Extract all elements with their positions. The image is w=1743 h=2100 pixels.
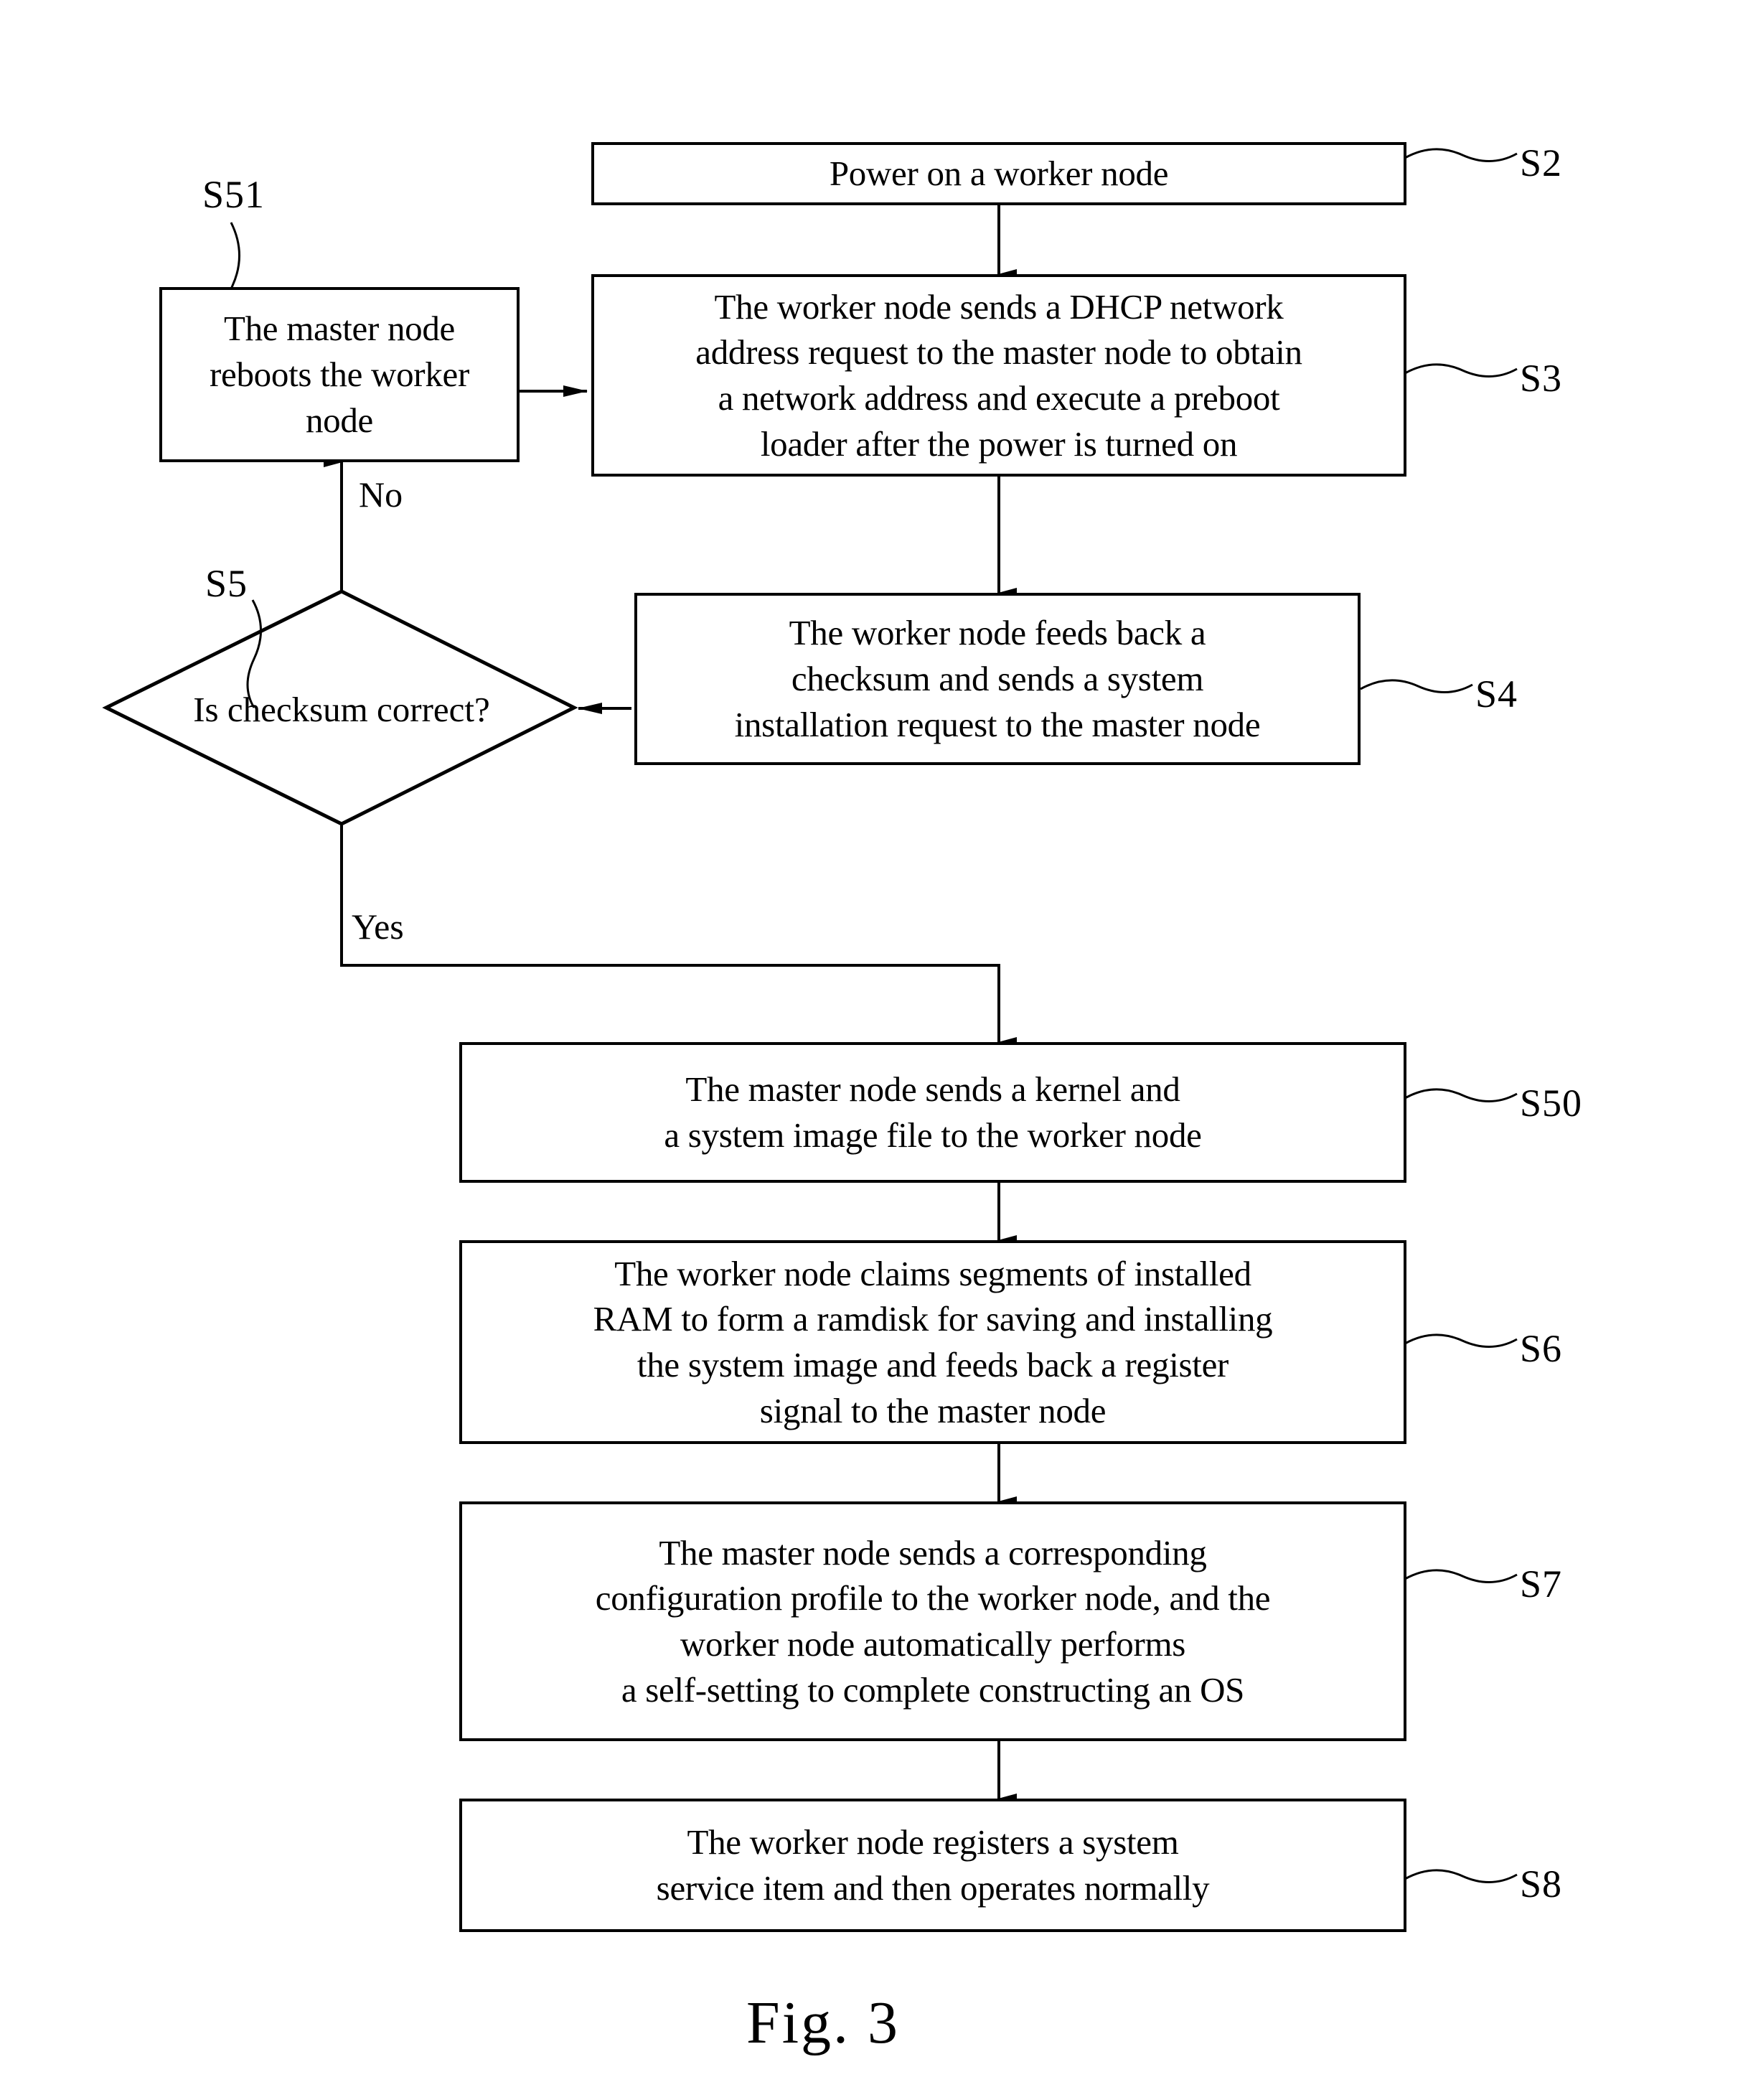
- process-box-s7-text: The master node sends a corresponding co…: [595, 1532, 1271, 1710]
- step-ref-s3: S3: [1520, 357, 1563, 400]
- process-box-s3[interactable]: The worker node sends a DHCP network add…: [591, 274, 1406, 477]
- process-box-s6-text: The worker node claims segments of insta…: [593, 1253, 1273, 1430]
- figure-page: Power on a worker node The worker node s…: [0, 0, 1743, 2100]
- step-ref-s8: S8: [1520, 1862, 1563, 1906]
- process-box-s3-text: The worker node sends a DHCP network add…: [695, 286, 1302, 464]
- branch-label-yes: Yes: [352, 906, 404, 947]
- figure-caption: Fig. 3: [746, 1989, 901, 2056]
- process-box-s2-text: Power on a worker node: [829, 154, 1169, 194]
- process-box-s4-text: The worker node feeds back a checksum an…: [734, 613, 1261, 744]
- step-ref-s51: S51: [202, 173, 266, 216]
- process-box-s6[interactable]: The worker node claims segments of insta…: [459, 1240, 1406, 1444]
- step-ref-s7: S7: [1520, 1562, 1563, 1606]
- step-ref-s5: S5: [205, 562, 248, 605]
- process-box-s8[interactable]: The worker node registers a system servi…: [459, 1799, 1406, 1932]
- process-box-s50[interactable]: The master node sends a kernel and a sys…: [459, 1042, 1406, 1183]
- step-ref-s2: S2: [1520, 141, 1563, 184]
- leader-line-s3: [1404, 363, 1518, 378]
- connector-s5-yes-to-s50: [340, 825, 1017, 1047]
- process-box-s8-text: The worker node registers a system servi…: [656, 1822, 1210, 1908]
- step-ref-s4: S4: [1475, 672, 1518, 716]
- step-ref-s50: S50: [1520, 1082, 1583, 1125]
- step-ref-s6: S6: [1520, 1327, 1563, 1370]
- leader-line-s50: [1404, 1088, 1518, 1102]
- leader-line-s6: [1404, 1333, 1518, 1348]
- process-box-s2[interactable]: Power on a worker node: [591, 142, 1406, 205]
- leader-line-s2: [1404, 148, 1518, 162]
- leader-line-s7: [1404, 1569, 1518, 1583]
- process-box-s7[interactable]: The master node sends a corresponding co…: [459, 1501, 1406, 1741]
- leader-line-s4: [1360, 679, 1473, 693]
- decision-diamond-s5-text: Is checksum correct?: [193, 690, 490, 729]
- process-box-s4[interactable]: The worker node feeds back a checksum an…: [634, 593, 1361, 765]
- branch-label-no: No: [359, 474, 403, 515]
- process-box-s50-text: The master node sends a kernel and a sys…: [664, 1069, 1202, 1155]
- leader-line-s8: [1404, 1869, 1518, 1883]
- process-box-s51[interactable]: The master node reboots the worker node: [159, 287, 520, 462]
- process-box-s51-text: The master node reboots the worker node: [210, 309, 469, 440]
